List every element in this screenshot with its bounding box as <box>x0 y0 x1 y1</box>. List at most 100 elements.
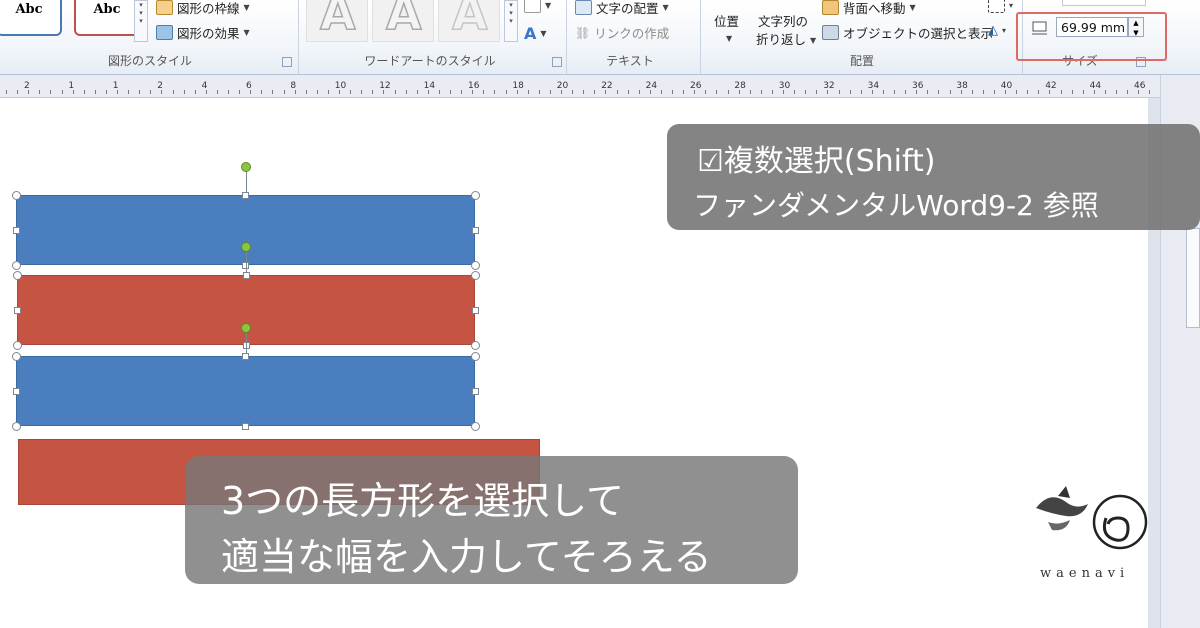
ruler-tick <box>905 90 907 94</box>
ruler-number: 28 <box>734 81 746 91</box>
chevron-down-icon: ▼ <box>726 34 733 43</box>
rotate-button[interactable]: ◭ ▾ <box>988 23 1006 38</box>
ruler-tick <box>705 90 707 94</box>
side-resize-handle[interactable] <box>13 306 21 314</box>
ruler-tick <box>660 90 662 94</box>
corner-resize-handle[interactable] <box>11 190 21 200</box>
ruler-tick <box>128 90 130 94</box>
blue-rectangle-bottom[interactable] <box>16 356 475 426</box>
side-resize-handle[interactable] <box>471 226 479 234</box>
ruler-tick <box>838 90 840 94</box>
wordart-letter: A <box>451 0 488 41</box>
side-resize-handle[interactable] <box>471 306 479 314</box>
send-backward-button[interactable]: 背面へ移動 ▼ <box>822 0 916 17</box>
corner-resize-handle[interactable] <box>11 260 21 270</box>
corner-resize-handle[interactable] <box>12 270 22 280</box>
ruler-tick <box>927 90 929 94</box>
text-align-label: 文字の配置 <box>596 1 659 16</box>
height-field[interactable] <box>1062 0 1146 6</box>
wrap-text-button[interactable]: 文字列の 折り返し ▼ <box>754 0 820 50</box>
horizontal-ruler[interactable]: 2 1 1 2 4 6 8 10 12 14 16 18 20 22 24 26 28 30 32 34 36 38 40 4… <box>0 75 1190 98</box>
ruler-tick <box>294 90 296 94</box>
dialog-launcher-icon[interactable] <box>282 57 292 67</box>
shape-effects-button[interactable]: 図形の効果 ▼ <box>156 23 250 42</box>
wrap-text-label-1: 文字列の <box>758 14 809 29</box>
rotation-handle[interactable] <box>240 323 251 333</box>
text-align-icon <box>575 0 592 15</box>
ruler-tick <box>716 90 718 94</box>
side-resize-handle[interactable] <box>242 422 249 430</box>
ruler-tick <box>383 90 385 94</box>
ruler-tick <box>405 90 407 94</box>
corner-resize-handle[interactable] <box>11 351 21 361</box>
ruler-number: 38 <box>956 81 968 91</box>
shape-outline-button[interactable]: 図形の枠線 ▼ <box>156 0 250 17</box>
corner-resize-handle[interactable] <box>12 340 22 350</box>
scrollbar-thumb[interactable] <box>1186 228 1200 328</box>
ruler-tick <box>250 90 252 94</box>
side-resize-handle[interactable] <box>471 387 479 395</box>
chevron-down-icon: ▾ <box>1009 1 1014 10</box>
pencil-icon <box>524 0 541 13</box>
ruler-tick <box>472 90 474 94</box>
corner-resize-handle[interactable] <box>470 190 480 200</box>
caption-line-1: 3つの長方形を選択して <box>221 479 625 523</box>
wordart-gallery-scroll[interactable]: ▾ ▾ ▾ <box>504 0 518 42</box>
ruler-tick <box>61 90 63 94</box>
ruler-tick <box>638 90 640 94</box>
text-align-button[interactable]: 文字の配置 ▼ <box>575 0 669 17</box>
text-effects-button[interactable]: A ▼ <box>524 24 547 43</box>
arrange-group-label: 配置 <box>849 54 874 68</box>
chevron-down-icon: ▼ <box>810 36 817 45</box>
text-outline-button[interactable]: ▼ <box>524 0 551 13</box>
corner-resize-handle[interactable] <box>470 270 480 280</box>
position-button[interactable]: 位置 ▼ <box>710 0 750 46</box>
ruler-tick <box>327 90 329 94</box>
ruler-tick <box>938 90 940 94</box>
ruler-tick <box>239 90 241 94</box>
ruler-number: 18 <box>512 81 524 91</box>
ruler-tick <box>1082 90 1084 94</box>
side-resize-handle[interactable] <box>12 387 20 395</box>
ruler-number: 14 <box>423 81 436 91</box>
ruler-tick <box>616 90 618 94</box>
create-link-button[interactable]: ⛓ リンクの作成 <box>575 23 669 42</box>
corner-resize-handle[interactable] <box>11 421 21 431</box>
side-resize-handle[interactable] <box>242 271 250 279</box>
corner-resize-handle[interactable] <box>470 421 480 431</box>
corner-resize-handle[interactable] <box>470 351 480 361</box>
shape-effects-label: 図形の効果 <box>177 26 240 41</box>
shape-style-red-tile[interactable]: Abc <box>74 0 140 36</box>
ruler-number: 32 <box>823 81 835 91</box>
chevron-down-icon: ▾ <box>1002 26 1007 35</box>
ruler-number: 24 <box>645 81 658 91</box>
selection-pane-button[interactable]: オブジェクトの選択と表示 <box>822 23 993 42</box>
chevron-down-icon: ▼ <box>909 3 916 12</box>
shape-styles-group-label: 図形のスタイル <box>107 54 192 68</box>
ruler-tick <box>172 90 174 94</box>
ruler-number: 16 <box>468 81 480 91</box>
ruler-tick <box>494 90 496 94</box>
position-label: 位置 <box>714 14 740 29</box>
wordart-letter: A <box>385 0 422 41</box>
ruler-tick <box>94 90 96 94</box>
ruler-tick <box>1138 90 1140 94</box>
side-resize-handle[interactable] <box>12 226 20 234</box>
dialog-launcher-icon[interactable] <box>552 57 562 67</box>
chevron-down-icon: ▼ <box>243 3 250 12</box>
width-highlight-box <box>1016 12 1167 61</box>
shape-effects-icon <box>156 25 173 40</box>
corner-resize-handle[interactable] <box>470 260 480 270</box>
shape-style-blue-tile[interactable]: Abc <box>0 0 62 36</box>
wrap-text-label-2: 折り返し <box>756 32 807 47</box>
group-objects-button[interactable]: ▾ <box>988 0 1013 13</box>
side-resize-handle[interactable] <box>242 191 249 199</box>
ruler-tick <box>816 90 818 94</box>
rotation-handle[interactable] <box>241 242 251 252</box>
side-resize-handle[interactable] <box>242 352 249 360</box>
instruction-caption: 3つの長方形を選択して 適当な幅を入力してそろえる <box>185 456 798 584</box>
rotation-handle[interactable] <box>240 162 251 172</box>
corner-resize-handle[interactable] <box>470 340 480 350</box>
ruler-number: 26 <box>690 81 702 91</box>
shape-style-gallery-scroll[interactable]: ▾ ▾ ▾ <box>134 0 148 42</box>
